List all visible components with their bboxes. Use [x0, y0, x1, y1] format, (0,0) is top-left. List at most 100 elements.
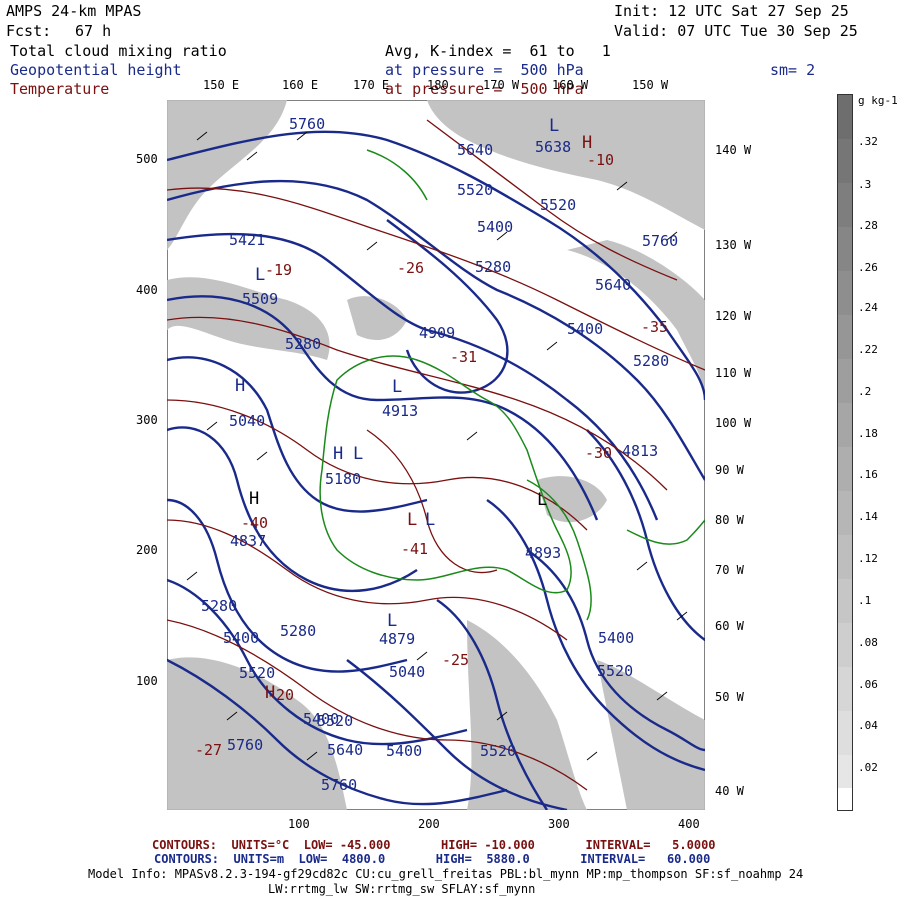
height-label: 5400 [598, 629, 634, 647]
init-time: Init: 12 UTC Sat 27 Sep 25 [614, 2, 849, 20]
colorbar-label: .22 [858, 343, 878, 356]
height-label: 5760 [227, 736, 263, 754]
field-cloud-label: Total cloud mixing ratio [10, 42, 227, 60]
height-label: 5640 [595, 276, 631, 294]
colorbar-label: .16 [858, 468, 878, 481]
colorbar-label: .24 [858, 301, 878, 314]
height-label: 5760 [289, 115, 325, 133]
y-axis-label: 400 [136, 283, 158, 297]
height-label: 5400 [386, 742, 422, 760]
field-height-label: Geopotential height [10, 61, 182, 79]
temp-label: -19 [265, 261, 292, 279]
center-mark: L [255, 265, 265, 285]
center-mark: H [265, 683, 275, 703]
x-axis-label: 300 [548, 817, 570, 831]
center-mark: H [249, 489, 259, 509]
colorbar-label: .26 [858, 261, 878, 274]
height-label: 4879 [379, 630, 415, 648]
height-label: 5040 [229, 412, 265, 430]
height-label: 5520 [457, 181, 493, 199]
forecast-label: Fcst: [6, 22, 52, 40]
lon-tick-right: 130 W [715, 238, 752, 252]
lon-tick-top: 170 E [353, 78, 390, 92]
colorbar-label: .1 [858, 594, 872, 607]
height-label: 5520 [540, 196, 576, 214]
lon-tick-right: 80 W [715, 513, 744, 527]
temp-label: -35 [641, 318, 668, 336]
center-mark: L [425, 510, 435, 530]
lon-tick-right: 60 W [715, 619, 744, 633]
lon-tick-right: 40 W [715, 784, 744, 798]
height-label: 5509 [242, 290, 278, 308]
colorbar-label: .3 [858, 178, 872, 191]
avg-kindex: Avg, K-index = 61 to 1 [385, 42, 611, 60]
forecast-hour: 67 h [75, 22, 112, 40]
smoothing: sm= 2 [770, 61, 816, 79]
colorbar-label: .06 [858, 678, 878, 691]
lon-tick-top: 170 W [483, 78, 520, 92]
map-plot: 5760 5638 5640 5520 5400 5280 5520 5640 … [167, 100, 705, 810]
center-mark: L [387, 611, 397, 631]
height-label: 5520 [317, 712, 353, 730]
x-axis-label: 200 [418, 817, 440, 831]
lon-tick-top: 180 [427, 78, 449, 92]
center-mark: H [235, 376, 245, 396]
center-mark: L [353, 444, 363, 464]
height-label: 4909 [419, 324, 455, 342]
height-contour-info: CONTOURS: UNITS=m LOW= 4800.0 HIGH= 5880… [154, 852, 711, 866]
colorbar [837, 94, 853, 811]
lon-tick-top: 160 E [282, 78, 319, 92]
height-label: 5280 [633, 352, 669, 370]
height-label: 5640 [457, 141, 493, 159]
model-title: AMPS 24-km MPAS [6, 2, 142, 20]
center-mark: L [549, 116, 559, 136]
center-mark: H [333, 444, 343, 464]
y-axis-label: 500 [136, 152, 158, 166]
height-label: 4913 [382, 402, 418, 420]
height-label: 5040 [389, 663, 425, 681]
colorbar-label: .32 [858, 135, 878, 148]
lon-tick-top: 150 E [203, 78, 240, 92]
height-label: 5520 [239, 664, 275, 682]
colorbar-label: .04 [858, 719, 878, 732]
height-label: 5280 [201, 597, 237, 615]
height-label: 5280 [280, 622, 316, 640]
center-mark: H [582, 133, 592, 153]
valid-time: Valid: 07 UTC Tue 30 Sep 25 [614, 22, 858, 40]
temp-label: -30 [585, 444, 612, 462]
lon-tick-right: 50 W [715, 690, 744, 704]
height-label: 4837 [230, 532, 266, 550]
height-label: 5520 [597, 662, 633, 680]
colorbar-label: .12 [858, 552, 878, 565]
colorbar-label: .28 [858, 219, 878, 232]
temp-label: -41 [401, 540, 428, 558]
temp-contour-info: CONTOURS: UNITS=°C LOW= -45.000 HIGH= -1… [152, 838, 716, 852]
temp-label: -40 [241, 514, 268, 532]
height-label: 5280 [475, 258, 511, 276]
pressure-height: at pressure = 500 hPa [385, 61, 584, 79]
temp-label: -27 [195, 741, 222, 759]
height-label: 5400 [567, 320, 603, 338]
lon-tick-right: 100 W [715, 416, 752, 430]
height-label: 5280 [285, 335, 321, 353]
x-axis-label: 400 [678, 817, 700, 831]
lon-tick-right: 90 W [715, 463, 744, 477]
height-label: 5640 [327, 741, 363, 759]
weather-map-figure: { "header": { "model": "AMPS 24-km MPAS"… [0, 0, 900, 900]
height-label: 5180 [325, 470, 361, 488]
x-axis-label: 100 [288, 817, 310, 831]
height-label: 5760 [321, 776, 357, 794]
temp-label: -26 [397, 259, 424, 277]
center-mark: L [392, 377, 402, 397]
height-label: 5638 [535, 138, 571, 156]
height-label: 5520 [480, 742, 516, 760]
y-axis-label: 300 [136, 413, 158, 427]
y-axis-label: 200 [136, 543, 158, 557]
height-label: 5760 [642, 232, 678, 250]
temp-label: -25 [442, 651, 469, 669]
lon-tick-right: 120 W [715, 309, 752, 323]
colorbar-label: .08 [858, 636, 878, 649]
height-label: 4813 [622, 442, 658, 460]
center-mark: L [537, 490, 547, 510]
colorbar-units: g kg-1 [858, 94, 898, 107]
